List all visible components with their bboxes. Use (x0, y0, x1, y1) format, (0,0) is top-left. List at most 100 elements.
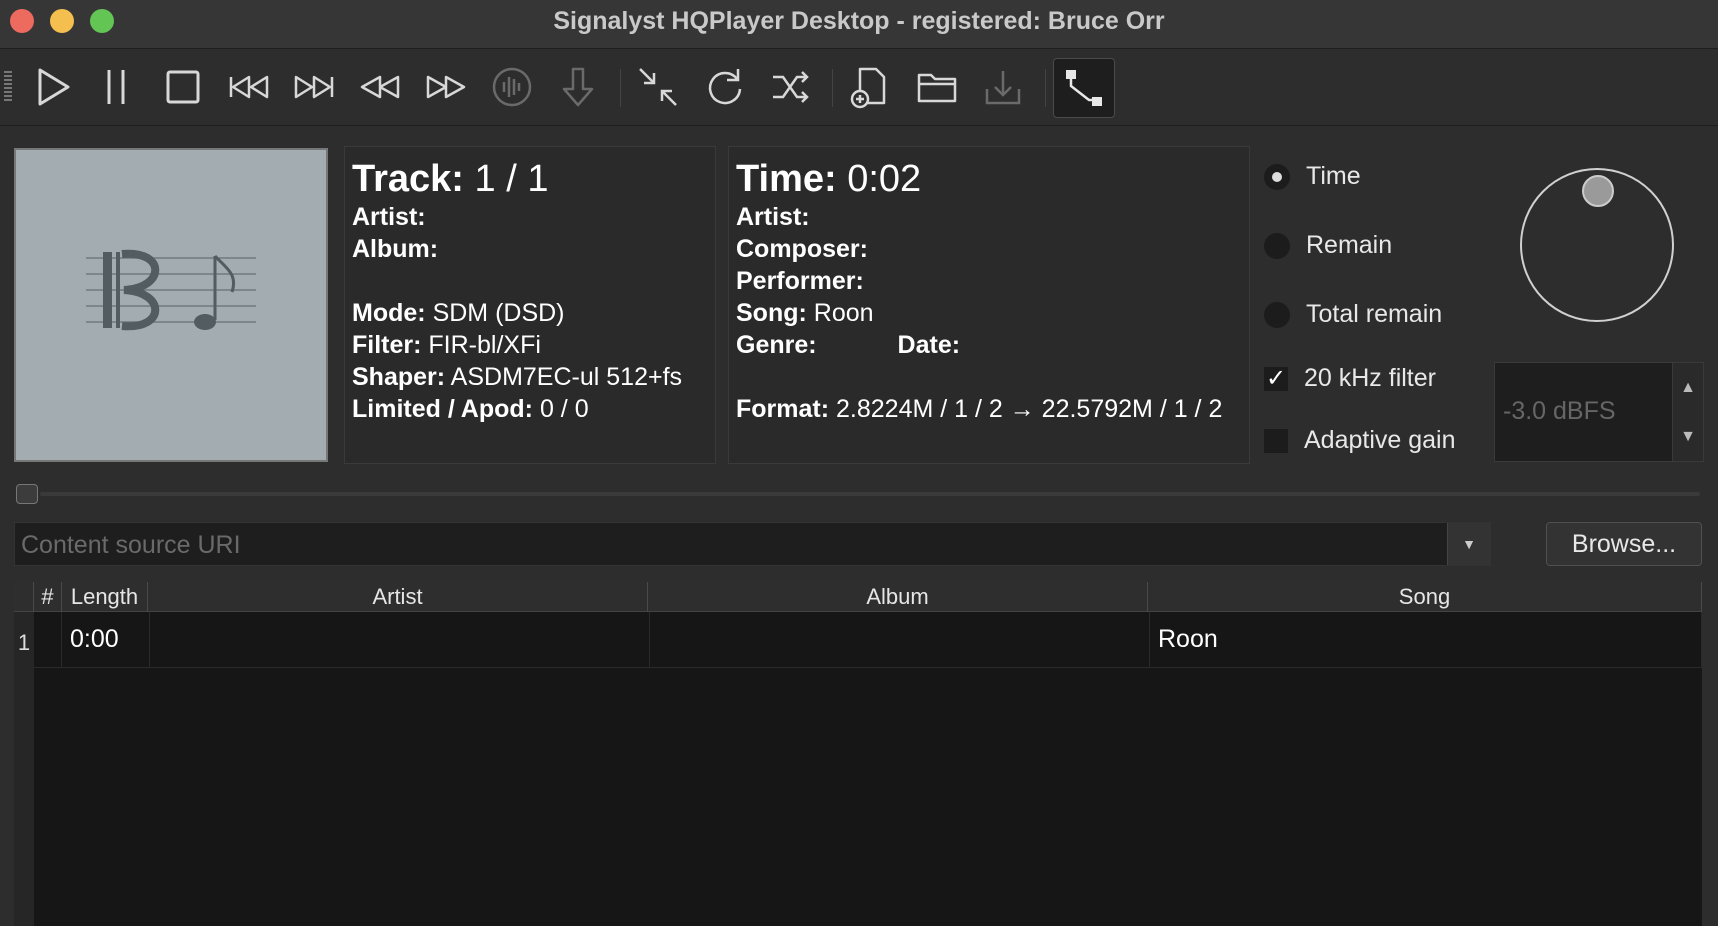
artist-row: Artist: (736, 203, 810, 231)
previous-track-button[interactable] (221, 59, 277, 115)
column-header-album[interactable]: Album (648, 582, 1148, 612)
shaper-value: ASDM7EC-ul 512+fs (450, 363, 683, 391)
track-value: 1 / 1 (474, 158, 549, 200)
fast-forward-button[interactable] (418, 59, 474, 115)
radio-total-remain[interactable]: Total remain (1264, 300, 1442, 329)
row-number: 1 (17, 630, 31, 655)
content-source-dropdown-button[interactable]: ▼ (1447, 523, 1490, 565)
title-bar: Signalyst HQPlayer Desktop - registered:… (0, 0, 1718, 49)
next-track-button[interactable] (286, 59, 342, 115)
filter-value: FIR-bl/XFi (428, 331, 541, 359)
fast-forward-icon (426, 75, 466, 99)
transport-icon (492, 67, 532, 107)
checkbox-adaptive-gain-box[interactable] (1264, 428, 1288, 453)
song-value: Roon (813, 299, 874, 327)
open-folder-button[interactable] (909, 59, 965, 115)
previous-track-icon (229, 75, 269, 99)
playlist-table: # Length Artist Album Song 1 0:00 Roon (14, 582, 1702, 926)
artist-row: Artist: (352, 203, 426, 231)
row-number-gutter (14, 612, 34, 926)
repeat-icon (708, 69, 742, 105)
stop-icon (166, 70, 200, 104)
checkbox-adaptive-gain[interactable]: Adaptive gain (1264, 426, 1456, 455)
checkbox-adaptive-gain-label: Adaptive gain (1304, 426, 1456, 454)
repeat-button[interactable] (697, 59, 753, 115)
download-arrow-button[interactable] (550, 59, 606, 115)
checkbox-20khz-filter[interactable]: ✓ 20 kHz filter (1264, 364, 1436, 393)
radio-remain[interactable]: Remain (1264, 231, 1392, 260)
radio-total-remain-indicator[interactable] (1264, 301, 1290, 328)
volume-down-button[interactable]: ▼ (1673, 412, 1703, 461)
open-folder-icon (917, 73, 957, 103)
matrix-routing-button[interactable] (1053, 58, 1115, 118)
performer-row: Performer: (736, 267, 864, 295)
cell-album (650, 612, 1150, 668)
track-row: Track: 1 / 1 (352, 158, 549, 200)
column-header-artist[interactable]: Artist (148, 582, 648, 612)
seek-slider-handle[interactable] (16, 484, 38, 504)
filter-row: Filter: FIR-bl/XFi (352, 331, 541, 359)
column-header-length[interactable]: Length (62, 582, 148, 612)
shuffle-button[interactable] (763, 59, 819, 115)
time-value: 0:02 (847, 158, 922, 200)
radio-time[interactable]: Time (1264, 162, 1361, 191)
toolbar-separator (620, 69, 621, 107)
next-track-icon (294, 75, 334, 99)
download-arrow-icon (562, 67, 594, 107)
volume-spinbox[interactable]: -3.0 dBFS ▲ ▼ (1494, 362, 1704, 462)
composer-row: Composer: (736, 235, 868, 263)
pause-button[interactable] (88, 59, 144, 115)
header-corner (14, 582, 34, 612)
checkbox-20khz-filter-label: 20 kHz filter (1304, 364, 1436, 392)
format-value: 2.8224M / 1 / 2 → 22.5792M / 1 / 2 (836, 395, 1223, 423)
rewind-button[interactable] (352, 59, 408, 115)
collapse-icon (639, 68, 677, 106)
seek-slider-track[interactable] (40, 492, 1700, 496)
volume-dial-knob[interactable] (1582, 175, 1614, 207)
toolbar-separator (832, 69, 833, 107)
shaper-row: Shaper: ASDM7EC-ul 512+fs (352, 363, 683, 391)
format-row: Format: 2.8224M / 1 / 2 → 22.5792M / 1 /… (736, 395, 1223, 423)
browse-button[interactable]: Browse... (1546, 522, 1702, 566)
cell-number (34, 612, 62, 668)
time-info-panel: Time: 0:02 Artist: Composer: Performer: … (728, 146, 1250, 464)
track-info-panel: Track: 1 / 1 Artist: Album: Mode: SDM (D… (344, 146, 716, 464)
volume-value: -3.0 dBFS (1503, 397, 1616, 425)
content-source-input[interactable] (15, 523, 1453, 567)
toolbar-grip[interactable] (4, 71, 12, 103)
album-row: Album: (352, 235, 439, 263)
content-source-combobox[interactable]: ▼ (14, 522, 1491, 567)
column-header-number[interactable]: # (34, 582, 62, 612)
pause-icon (107, 70, 125, 104)
volume-stepper: ▲ ▼ (1672, 363, 1703, 461)
volume-up-button[interactable]: ▲ (1673, 363, 1703, 412)
add-file-button[interactable] (842, 59, 898, 115)
cell-artist (150, 612, 650, 668)
stop-button[interactable] (155, 59, 211, 115)
cell-length: 0:00 (62, 612, 150, 668)
import-button[interactable] (975, 59, 1031, 115)
radio-remain-label: Remain (1306, 231, 1393, 259)
shuffle-icon (773, 71, 809, 103)
collapse-button[interactable] (630, 59, 686, 115)
transport-button[interactable] (484, 59, 540, 115)
add-file-icon (850, 67, 886, 109)
limited-apod-value: 0 / 0 (539, 395, 589, 423)
album-cover (14, 148, 328, 462)
cell-song: Roon (1150, 612, 1702, 668)
radio-remain-indicator[interactable] (1264, 232, 1290, 259)
matrix-routing-icon (1066, 70, 1102, 106)
toolbar-separator (1045, 69, 1046, 107)
radio-time-indicator[interactable] (1264, 163, 1290, 190)
column-header-song[interactable]: Song (1148, 582, 1702, 612)
mode-value: SDM (DSD) (432, 299, 565, 327)
window-title: Signalyst HQPlayer Desktop - registered:… (553, 7, 1165, 35)
limited-apod-row: Limited / Apod: 0 / 0 (352, 395, 589, 423)
play-button[interactable] (24, 59, 80, 115)
radio-time-label: Time (1306, 162, 1361, 190)
rewind-icon (360, 75, 400, 99)
import-icon (985, 71, 1021, 105)
checkbox-20khz-filter-box[interactable]: ✓ (1264, 366, 1288, 391)
